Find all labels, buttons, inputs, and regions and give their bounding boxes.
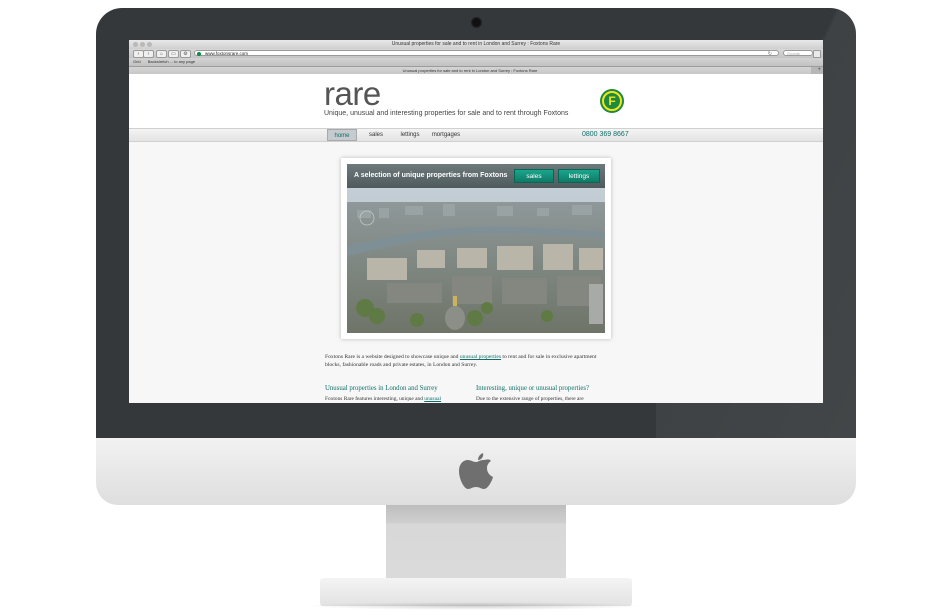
col2-heading: Interesting, unique or unusual propertie…: [476, 385, 590, 392]
share-icon[interactable]: ▭: [168, 50, 179, 58]
hero-lettings-button[interactable]: lettings: [558, 169, 600, 183]
intro-unusual-properties-link[interactable]: unusual properties: [460, 354, 501, 360]
window-controls: [133, 42, 152, 47]
forward-icon[interactable]: ›: [143, 50, 154, 58]
intro-paragraph: Foxtons Rare is a website designed to sh…: [325, 353, 610, 369]
settings-icon[interactable]: ⚙: [180, 50, 191, 58]
hero-title: A selection of unique properties from Fo…: [354, 172, 508, 179]
camera-dot: [471, 17, 482, 28]
close-window-button[interactable]: [133, 42, 138, 47]
bookmark-item[interactable]: Backstretch ... to any page: [148, 59, 195, 64]
new-tab-icon[interactable]: +: [817, 67, 821, 73]
browser-toolbar: ‹ › ⌂ ▭ ⚙ www.foxtonsrare.com ↻ Google: [129, 49, 823, 58]
minimize-window-button[interactable]: [140, 42, 145, 47]
hero-card: A selection of unique properties from Fo…: [341, 158, 611, 339]
hero-sales-button[interactable]: sales: [514, 169, 554, 183]
badge-letter: F: [604, 93, 620, 109]
site-nav: home sales lettings mortgages 0800 369 8…: [129, 128, 823, 142]
home-icon[interactable]: ⌂: [156, 50, 167, 58]
bookmark-item[interactable]: Grid: [133, 59, 141, 64]
col1-heading: Unusual properties in London and Surrey: [325, 385, 438, 392]
col2-text: Due to the extensive range of properties…: [476, 396, 584, 402]
col1-unusual-link[interactable]: unusual: [424, 396, 441, 402]
hero-header: A selection of unique properties from Fo…: [347, 164, 605, 188]
monitor-stand-neck: [386, 505, 566, 580]
add-bookmark-icon[interactable]: [813, 50, 821, 58]
website: rare Unique, unusual and interesting pro…: [129, 74, 823, 403]
nav-mortgages[interactable]: mortgages: [429, 129, 463, 141]
london-skyline-illustration: [347, 188, 605, 333]
screen: Unusual properties for sale and to rent …: [129, 40, 823, 403]
nav-lettings[interactable]: lettings: [397, 129, 423, 141]
reload-icon[interactable]: ↻: [768, 51, 772, 57]
zoom-window-button[interactable]: [147, 42, 152, 47]
foxtons-badge-icon[interactable]: F: [600, 89, 624, 113]
search-field[interactable]: Google: [783, 50, 813, 56]
browser-titlebar: Unusual properties for sale and to rent …: [129, 40, 823, 49]
phone-number: 0800 369 8667: [582, 131, 629, 138]
nav-home[interactable]: home: [327, 129, 357, 141]
nav-sales[interactable]: sales: [365, 129, 387, 141]
site-header: rare Unique, unusual and interesting pro…: [129, 74, 823, 128]
london-skyline-photo: [347, 188, 605, 333]
site-favicon-icon: [197, 52, 201, 56]
col1-text-body: Foxtons Rare features interesting, uniqu…: [325, 396, 425, 402]
intro-text-1: Foxtons Rare is a website designed to sh…: [325, 354, 460, 360]
stand-shadow: [305, 602, 645, 610]
browser-tab[interactable]: Unusual properties for sale and to rent …: [129, 67, 811, 74]
window-title: Unusual properties for sale and to rent …: [391, 41, 561, 47]
site-logo[interactable]: rare: [324, 77, 381, 110]
col1-text: Foxtons Rare features interesting, uniqu…: [325, 396, 441, 403]
site-tagline: Unique, unusual and interesting properti…: [324, 110, 569, 117]
address-bar[interactable]: www.foxtonsrare.com ↻: [194, 50, 779, 57]
apple-logo-icon: [459, 453, 493, 489]
bookmarks-bar: Grid Backstretch ... to any page: [129, 58, 823, 66]
url-text: www.foxtonsrare.com: [205, 51, 249, 56]
